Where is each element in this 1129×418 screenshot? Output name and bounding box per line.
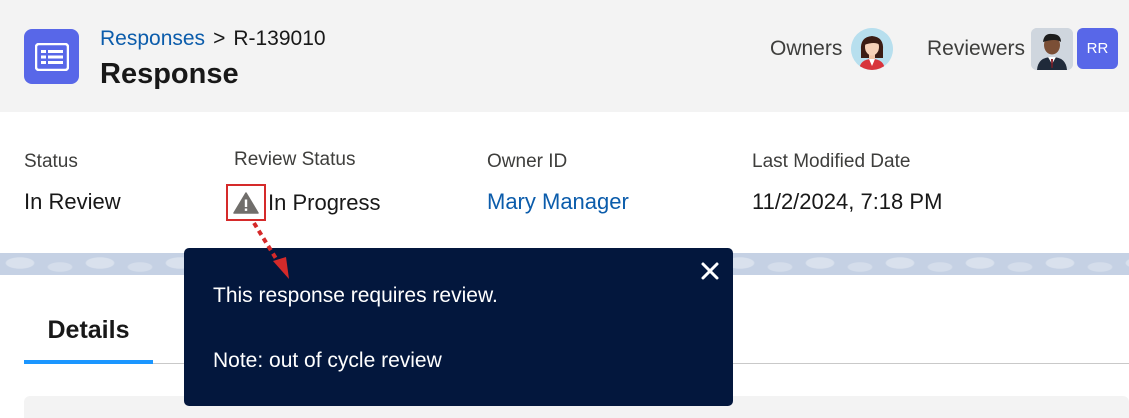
reviewers-label: Reviewers: [927, 37, 1026, 60]
status-value: In Review: [24, 189, 121, 214]
tooltip-message: This response requires review.: [213, 284, 498, 307]
review-status-label: Review Status: [234, 149, 356, 170]
breadcrumb-separator: >: [213, 27, 226, 50]
review-status-value: In Progress: [268, 189, 381, 215]
owner-id-link[interactable]: Mary Manager: [487, 188, 629, 216]
status-label: Status: [24, 151, 78, 172]
last-modified-label: Last Modified Date: [752, 151, 911, 172]
review-tooltip: This response requires review. Note: out…: [184, 248, 733, 406]
page-header: Responses > R-139010 Response Owners Revie…: [0, 0, 1129, 112]
tooltip-note: Note: out of cycle review: [213, 349, 442, 372]
tab-details[interactable]: Details: [24, 312, 153, 364]
owner-id-label: Owner ID: [487, 151, 568, 172]
owner-id-field: Owner ID Mary Manager: [487, 150, 629, 216]
last-modified-field: Last Modified Date 11/2/2024, 7:18 PM: [752, 150, 942, 216]
status-field: Status In Review: [24, 150, 121, 216]
review-status-value-row: In Progress: [226, 184, 381, 221]
breadcrumb-current: R-139010: [233, 27, 326, 50]
warning-icon[interactable]: [226, 184, 266, 221]
owners-label: Owners: [770, 37, 843, 60]
highlights-panel: Status In Review Review Status In Progre…: [0, 112, 1129, 253]
review-status-field: Review Status In Progress: [226, 148, 381, 221]
close-icon[interactable]: [699, 260, 721, 282]
reviewer-avatar[interactable]: [1031, 28, 1073, 70]
owner-avatar[interactable]: [851, 28, 893, 70]
breadcrumb-responses-link[interactable]: Responses: [100, 27, 205, 50]
last-modified-value: 11/2/2024, 7:18 PM: [752, 189, 943, 214]
record-list-icon: [24, 29, 79, 84]
reviewer-initials-avatar[interactable]: RR: [1077, 28, 1118, 69]
page-title: Response: [100, 58, 239, 90]
breadcrumb: Responses > R-139010: [100, 26, 326, 52]
